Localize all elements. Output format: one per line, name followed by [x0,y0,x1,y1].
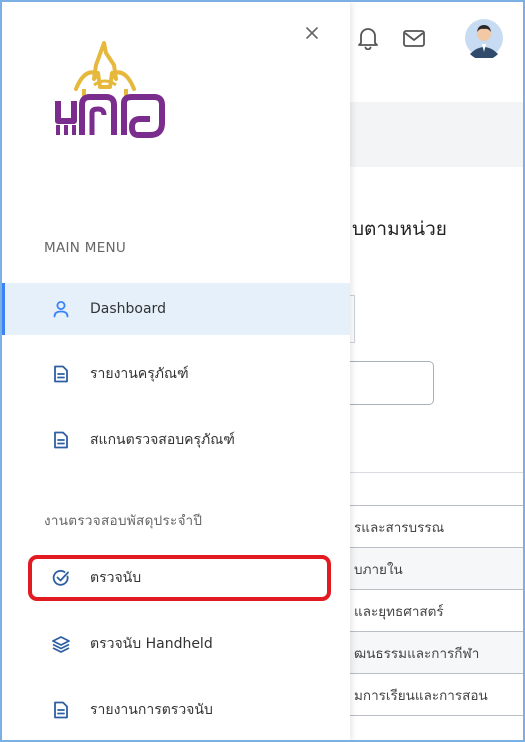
sidebar-item-label: Dashboard [90,301,166,317]
list-item[interactable]: บภายใน [350,547,523,590]
annual-inspection-title: งานตรวจสอบพัสดุประจำปี [44,513,203,529]
sidebar-item-count[interactable]: ตรวจนับ [2,552,350,604]
sidebar-item-label: ตรวจนับ Handheld [90,636,213,652]
list-item[interactable]: มการเรียนและการสอน [350,673,523,716]
mail-icon[interactable] [402,29,426,53]
list-item[interactable]: รและสารบรรณ [350,505,523,548]
document-icon [52,701,70,719]
close-icon [305,25,319,44]
main-menu-title: MAIN MENU [44,240,127,256]
user-avatar[interactable] [464,18,504,62]
sidebar-drawer: MAIN MENU Dashboard รายงานครุภัณฑ์ สแกนต… [2,2,350,740]
layers-icon [52,635,70,653]
divider [350,472,523,473]
sidebar-item-count-report[interactable]: รายงานการตรวจนับ [2,684,350,736]
user-icon [52,300,70,318]
page-heading: บตามหน่วย [352,218,447,240]
sidebar-item-count-handheld[interactable]: ตรวจนับ Handheld [2,618,350,670]
sidebar-item-label: สแกนตรวจสอบครุภัณฑ์ [90,432,235,448]
close-button[interactable] [300,22,324,46]
app-frame: บตามหน่วย รและสารบรรณ บภายใน และยุทธศาสต… [0,0,525,742]
list-item[interactable]: และยุทธศาสตร์ [350,589,523,632]
app-logo [54,39,166,139]
sidebar-item-label: ตรวจนับ [90,570,142,586]
sidebar-item-label: รายงานการตรวจนับ [90,702,213,718]
sidebar-item-scan-asset[interactable]: สแกนตรวจสอบครุภัณฑ์ [2,414,350,466]
sidebar-item-asset-report[interactable]: รายงานครุภัณฑ์ [2,348,350,400]
search-input[interactable] [342,361,434,405]
sidebar-item-dashboard[interactable]: Dashboard [2,283,350,335]
document-icon [52,431,70,449]
document-icon [52,365,70,383]
unit-list: รและสารบรรณ บภายใน และยุทธศาสตร์ ฒนธรรมแ… [350,505,523,716]
list-item[interactable]: ฒนธรรมและการกีฬา [350,631,523,674]
check-circle-icon [52,569,70,587]
sidebar-item-label: รายงานครุภัณฑ์ [90,366,189,382]
bell-icon[interactable] [357,26,379,54]
